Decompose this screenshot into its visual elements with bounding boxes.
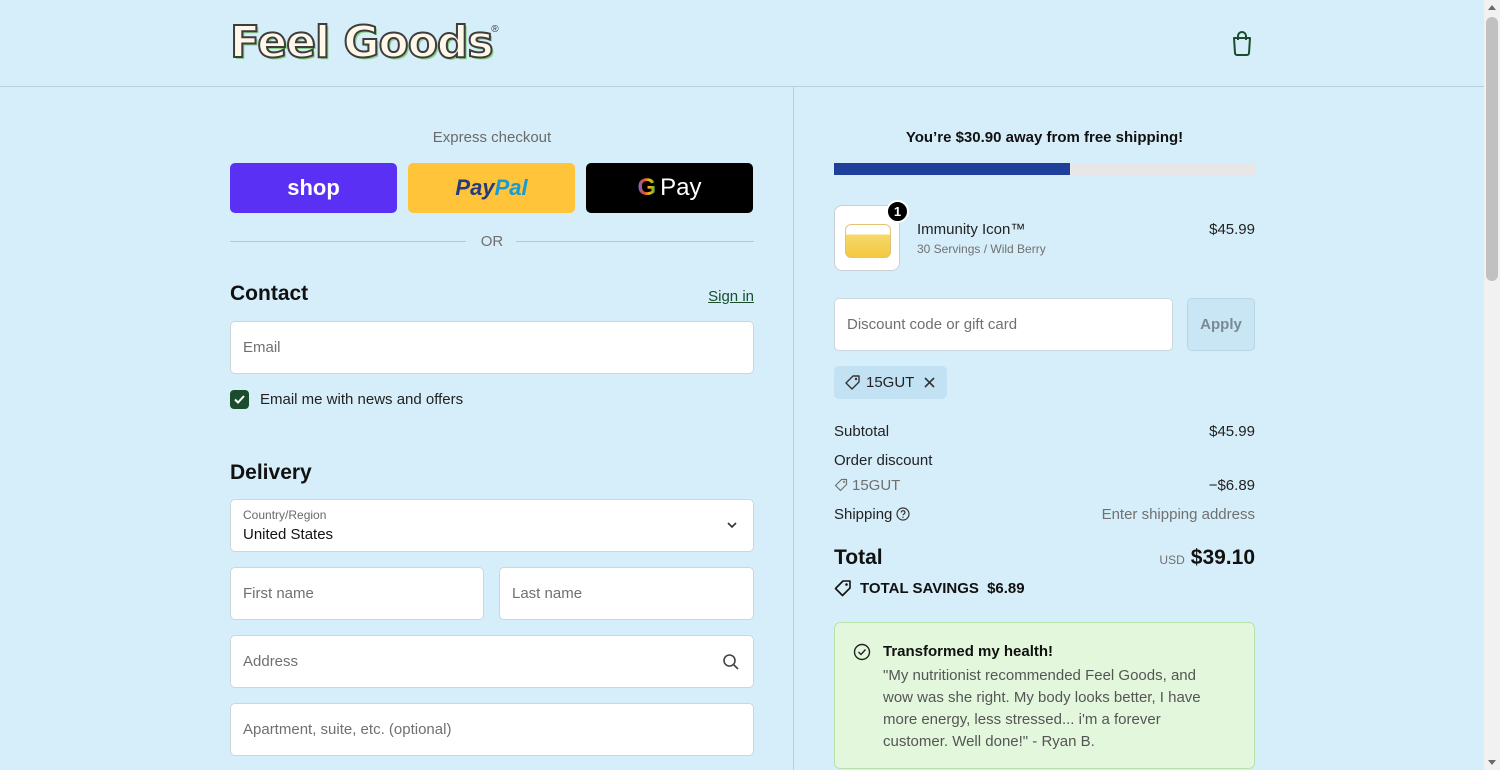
check-circle-icon	[853, 643, 871, 661]
apartment-placeholder: Apartment, suite, etc. (optional)	[243, 721, 452, 738]
shipping-value: Enter shipping address	[1101, 506, 1255, 523]
tag-icon	[845, 375, 860, 390]
product-variant: 30 Servings / Wild Berry	[917, 242, 1046, 256]
or-text: OR	[480, 233, 504, 250]
checkmark-icon	[234, 395, 245, 404]
newsletter-checkbox[interactable]	[230, 390, 249, 409]
remove-code-icon[interactable]	[923, 376, 936, 389]
order-discount-value: −$6.89	[1208, 477, 1255, 494]
order-discount-code: 15GUT	[834, 477, 900, 494]
customer-review: Transformed my health! "My nutritionist …	[834, 622, 1255, 769]
currency-code: USD	[1159, 553, 1185, 567]
contact-title: Contact	[230, 282, 309, 305]
free-shipping-progress-fill	[834, 163, 1070, 175]
product-jar-image	[845, 224, 891, 258]
product-name: Immunity Icon™	[917, 221, 1026, 238]
free-shipping-progress	[834, 163, 1255, 175]
product-price: $45.99	[1209, 221, 1255, 238]
first-name-field[interactable]: First name	[230, 567, 484, 620]
order-discount-label: Order discount	[834, 452, 933, 469]
page-scrollbar[interactable]	[1484, 0, 1500, 770]
column-divider	[793, 87, 794, 770]
country-label: Country/Region	[243, 508, 327, 522]
last-name-placeholder: Last name	[512, 585, 583, 602]
shopping-bag-icon[interactable]	[1230, 30, 1254, 56]
delivery-title: Delivery	[230, 461, 312, 484]
free-shipping-message: You’re $30.90 away from free shipping!	[905, 129, 1184, 146]
scroll-up-arrow-icon[interactable]	[1488, 5, 1496, 10]
discount-code-field[interactable]: Discount code or gift card	[834, 298, 1173, 351]
subtotal-label: Subtotal	[834, 423, 890, 440]
brand-logo[interactable]: Feel Goods ®	[229, 17, 499, 69]
google-pay-label: Pay	[660, 174, 702, 201]
order-discount-code-text: 15GUT	[852, 477, 901, 494]
discount-tag-icon	[834, 478, 848, 492]
discount-placeholder: Discount code or gift card	[847, 316, 1018, 333]
shipping-label: Shipping	[834, 506, 893, 523]
review-text: "My nutritionist recommended Feel Goods,…	[883, 667, 1201, 750]
apply-discount-button[interactable]: Apply	[1187, 298, 1255, 351]
quantity-badge: 1	[886, 200, 909, 223]
scrollbar-thumb[interactable]	[1486, 17, 1498, 281]
total-amount: USD $39.10	[1159, 546, 1255, 570]
shop-pay-button[interactable]: shop	[230, 163, 397, 213]
applied-code-text: 15GUT	[866, 374, 915, 391]
google-pay-button[interactable]: G Pay	[586, 163, 753, 213]
address-field[interactable]: Address	[230, 635, 754, 688]
total-savings-value: $6.89	[987, 580, 1025, 597]
country-value: United States	[243, 526, 334, 543]
paypal-button[interactable]: Pay Pal	[408, 163, 575, 213]
total-savings-row: TOTAL SAVINGS $6.89	[834, 579, 1025, 597]
sign-in-link[interactable]: Sign in	[708, 288, 754, 305]
header: Feel Goods ®	[0, 0, 1484, 87]
first-name-placeholder: First name	[243, 585, 314, 602]
logo-text: Feel Goods	[229, 17, 495, 69]
google-g-icon: G	[637, 174, 657, 201]
help-icon[interactable]	[896, 507, 910, 521]
review-title: Transformed my health!	[883, 643, 1054, 660]
email-placeholder: Email	[243, 339, 281, 356]
logo-registered-mark: ®	[491, 24, 499, 35]
apartment-field[interactable]: Apartment, suite, etc. (optional)	[230, 703, 754, 756]
subtotal-value: $45.99	[1209, 423, 1255, 440]
newsletter-label: Email me with news and offers	[260, 391, 464, 408]
country-select[interactable]: Country/Region United States	[230, 499, 754, 552]
shipping-label-row: Shipping	[834, 506, 910, 523]
paypal-label-pal: Pal	[494, 175, 528, 200]
total-savings-label: TOTAL SAVINGS	[860, 580, 979, 597]
chevron-down-icon	[727, 522, 737, 529]
email-field[interactable]: Email	[230, 321, 754, 374]
or-divider: OR	[230, 232, 754, 252]
savings-tag-icon	[834, 580, 851, 597]
last-name-field[interactable]: Last name	[499, 567, 754, 620]
total-label: Total	[834, 546, 883, 569]
paypal-label-pay: Pay	[455, 175, 495, 200]
shop-pay-label: shop	[287, 175, 340, 200]
address-placeholder: Address	[243, 653, 299, 670]
scroll-down-arrow-icon[interactable]	[1488, 760, 1496, 765]
applied-code-chip: 15GUT	[834, 366, 947, 399]
express-checkout-label: Express checkout	[432, 129, 552, 146]
search-icon[interactable]	[722, 653, 740, 671]
total-value: $39.10	[1190, 546, 1255, 569]
